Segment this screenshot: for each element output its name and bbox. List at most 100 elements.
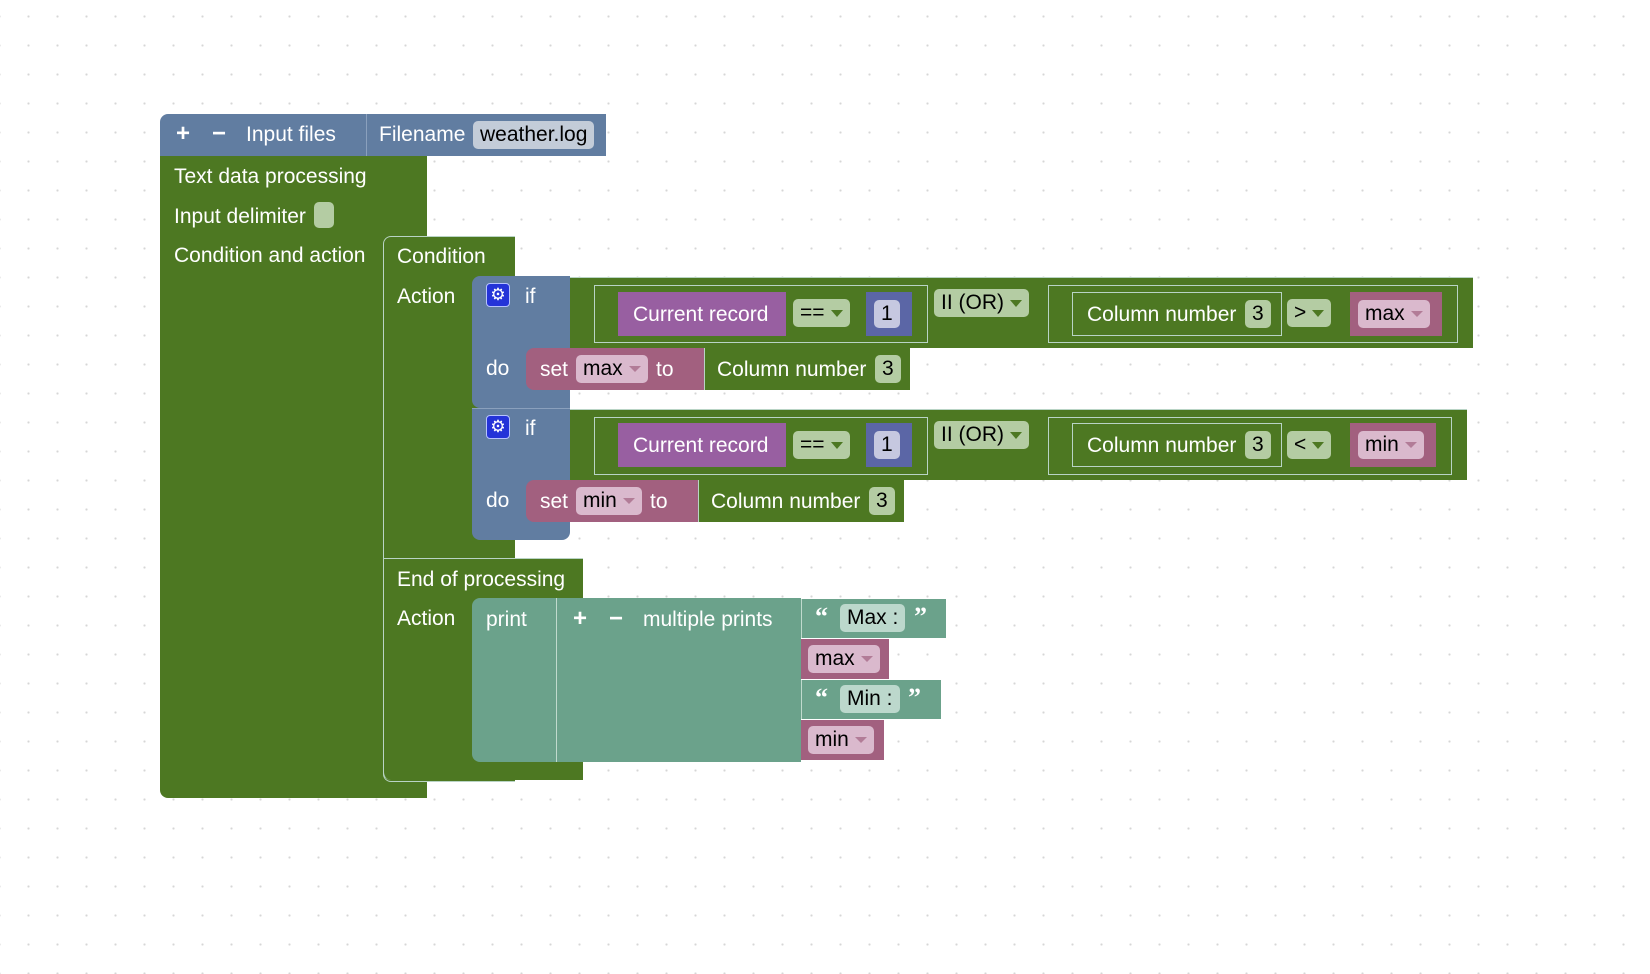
logic-dropdown[interactable]: II (OR)	[934, 421, 1029, 449]
variable-block-max[interactable]: max	[801, 639, 889, 679]
multiple-prints-label: multiple prints	[643, 608, 773, 631]
open-quote-icon: “	[815, 602, 828, 631]
current-record-label: Current record	[633, 303, 769, 326]
set-label: set	[540, 358, 569, 381]
operator-value: ==	[800, 301, 825, 324]
chevron-down-icon	[1010, 299, 1022, 307]
variable-dropdown[interactable]: min	[808, 726, 874, 754]
print-label: print	[486, 608, 527, 631]
filename-input[interactable]: weather.log	[473, 121, 595, 149]
action-label: Action	[397, 607, 456, 630]
do-label: do	[486, 357, 510, 380]
gear-icon[interactable]: ⚙	[486, 415, 510, 439]
operator-dropdown[interactable]: <	[1287, 431, 1332, 459]
add-input-button[interactable]: +	[176, 122, 190, 146]
logic-value: II (OR)	[941, 291, 1004, 314]
number-block-1[interactable]: 1	[866, 292, 912, 336]
column-number-label: Column number	[1087, 303, 1237, 326]
number-field[interactable]: 1	[874, 300, 900, 328]
variable-value: max	[583, 357, 623, 380]
number-block-2[interactable]: 1	[866, 423, 912, 467]
variable-value: max	[815, 647, 855, 670]
input-files-label: Input files	[246, 123, 336, 146]
input-delimiter-label: Input delimiter	[174, 205, 306, 228]
column-number-block-2[interactable]: Column number 3	[1072, 423, 1282, 467]
close-quote-icon: ”	[908, 683, 921, 712]
set-block-2[interactable]: set min to	[526, 480, 698, 522]
add-print-button[interactable]: +	[573, 607, 587, 631]
chevron-down-icon	[622, 498, 635, 505]
column-number-block-1[interactable]: Column number 3	[1072, 292, 1282, 336]
column-number-label: Column number	[1087, 434, 1237, 457]
if-label: if	[525, 285, 536, 308]
variable-dropdown[interactable]: max	[808, 645, 880, 673]
operator-dropdown[interactable]: >	[1287, 299, 1332, 327]
condition-label: Condition	[397, 245, 486, 268]
filename-block[interactable]: Filename weather.log	[366, 114, 606, 156]
variable-block[interactable]: min	[1350, 423, 1436, 467]
column-number-field[interactable]: 3	[1245, 431, 1271, 459]
column-number-value-block-2[interactable]: Column number 3	[698, 480, 904, 522]
logic-value: II (OR)	[941, 423, 1004, 446]
column-number-label: Column number	[717, 358, 867, 381]
text-processing-label: Text data processing	[174, 165, 367, 188]
do-label: do	[486, 489, 510, 512]
number-field[interactable]: 1	[874, 431, 900, 459]
variable-dropdown[interactable]: min	[1358, 431, 1424, 459]
set-label: set	[540, 490, 569, 513]
end-processing-label: End of processing	[397, 568, 566, 591]
remove-input-button[interactable]: −	[212, 122, 226, 146]
remove-print-button[interactable]: −	[609, 607, 623, 631]
variable-value: min	[815, 728, 849, 751]
input-delimiter-field[interactable]	[314, 202, 334, 228]
close-quote-icon: ”	[914, 602, 927, 631]
current-record-block-2[interactable]: Current record	[618, 423, 786, 467]
column-number-field[interactable]: 3	[1245, 300, 1271, 328]
chevron-down-icon	[860, 656, 873, 663]
variable-block[interactable]: max	[1350, 292, 1442, 336]
input-files-block[interactable]: + − Input files	[160, 114, 366, 156]
operator-dropdown[interactable]: ==	[793, 431, 850, 459]
open-quote-icon: “	[815, 683, 828, 712]
text-block-max[interactable]: “ Max : ”	[801, 599, 946, 638]
operator-value: ==	[800, 433, 825, 456]
if-label: if	[525, 417, 536, 440]
column-number-value-block-1[interactable]: Column number 3	[704, 348, 910, 390]
chevron-down-icon	[1312, 309, 1325, 317]
filename-label: Filename	[379, 123, 466, 146]
current-record-block-1[interactable]: Current record	[618, 292, 786, 336]
chevron-down-icon	[1312, 441, 1325, 449]
text-block-min[interactable]: “ Min : ”	[801, 680, 941, 719]
operator-value: <	[1294, 433, 1307, 456]
action-label: Action	[397, 285, 456, 308]
variable-block-min[interactable]: min	[801, 720, 884, 760]
gear-icon[interactable]: ⚙	[486, 283, 510, 307]
logic-dropdown[interactable]: II (OR)	[934, 289, 1029, 317]
column-number-label: Column number	[711, 490, 861, 513]
variable-dropdown[interactable]: max	[576, 355, 648, 383]
variable-value: max	[1365, 302, 1405, 325]
column-number-field[interactable]: 3	[869, 487, 895, 515]
variable-dropdown[interactable]: max	[1358, 300, 1430, 328]
column-number-field[interactable]: 3	[875, 355, 901, 383]
print-block[interactable]: print	[472, 598, 556, 762]
operator-dropdown[interactable]: ==	[793, 299, 850, 327]
chevron-down-icon	[854, 737, 867, 744]
text-field[interactable]: Min :	[840, 685, 900, 713]
current-record-label: Current record	[633, 434, 769, 457]
to-label: to	[656, 358, 674, 381]
chevron-down-icon	[1410, 311, 1423, 318]
condition-and-action-label: Condition and action	[174, 244, 366, 267]
variable-value: min	[1365, 433, 1399, 456]
chevron-down-icon	[1404, 442, 1417, 449]
multiple-prints-block[interactable]: + − multiple prints	[556, 598, 801, 762]
chevron-down-icon	[1010, 431, 1022, 439]
variable-dropdown[interactable]: min	[576, 487, 642, 515]
chevron-down-icon	[628, 366, 641, 373]
to-label: to	[650, 490, 668, 513]
text-field[interactable]: Max :	[840, 604, 906, 632]
set-block-1[interactable]: set max to	[526, 348, 704, 390]
chevron-down-icon	[830, 441, 843, 449]
operator-value: >	[1294, 301, 1307, 324]
chevron-down-icon	[830, 309, 843, 317]
